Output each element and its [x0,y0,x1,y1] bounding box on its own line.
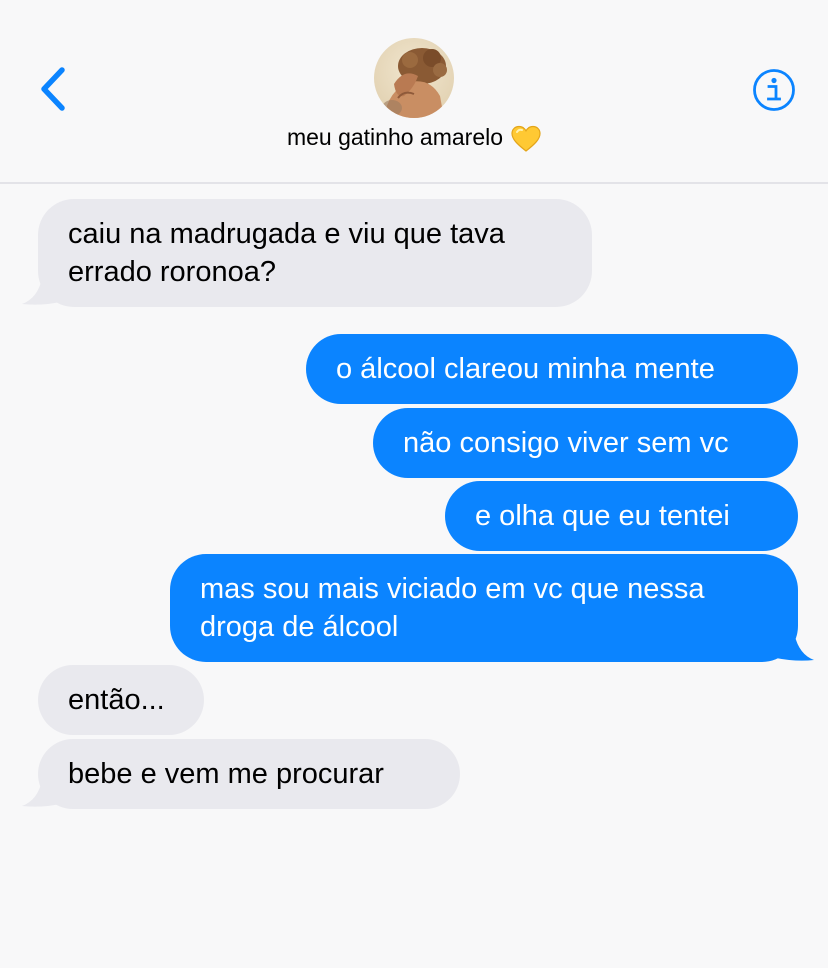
chevron-left-icon[interactable] [36,66,70,112]
message-bubble-outgoing[interactable]: e olha que eu tentei [445,481,798,551]
message-text: não consigo viver sem vc [403,427,729,459]
message-bubble-incoming[interactable]: caiu na madrugada e viu que tava errado … [38,199,592,307]
message-bubble-outgoing[interactable]: mas sou mais viciado em vc que nessa dro… [170,554,798,662]
conversation-header: meu gatinho amarelo [0,0,828,184]
message-bubble-outgoing[interactable]: não consigo viver sem vc [373,408,798,478]
message-bubble-incoming[interactable]: então... [38,665,204,735]
message-text: o álcool clareou minha mente [336,353,715,385]
contact-name-label: meu gatinho amarelo [286,124,504,150]
message-text: e olha que eu tentei [475,500,730,532]
message-bubble-incoming[interactable]: bebe e vem me procurar [38,739,460,809]
message-text: bebe e vem me procurar [68,758,384,790]
bubble-tail [22,278,60,305]
bubble-tail [22,780,60,807]
info-icon[interactable] [752,68,796,112]
message-bubble-outgoing[interactable]: o álcool clareou minha mente [306,334,798,404]
bubble-tail [776,632,814,661]
avatar[interactable] [374,38,454,118]
message-text: mas sou mais viciado em vc que nessa dro… [200,573,705,643]
message-text: então... [68,684,165,716]
yellow-heart-icon [511,125,541,152]
message-text: caiu na madrugada e viu que tava errado … [68,218,505,288]
contact-name[interactable]: meu gatinho amarelo [0,124,828,153]
